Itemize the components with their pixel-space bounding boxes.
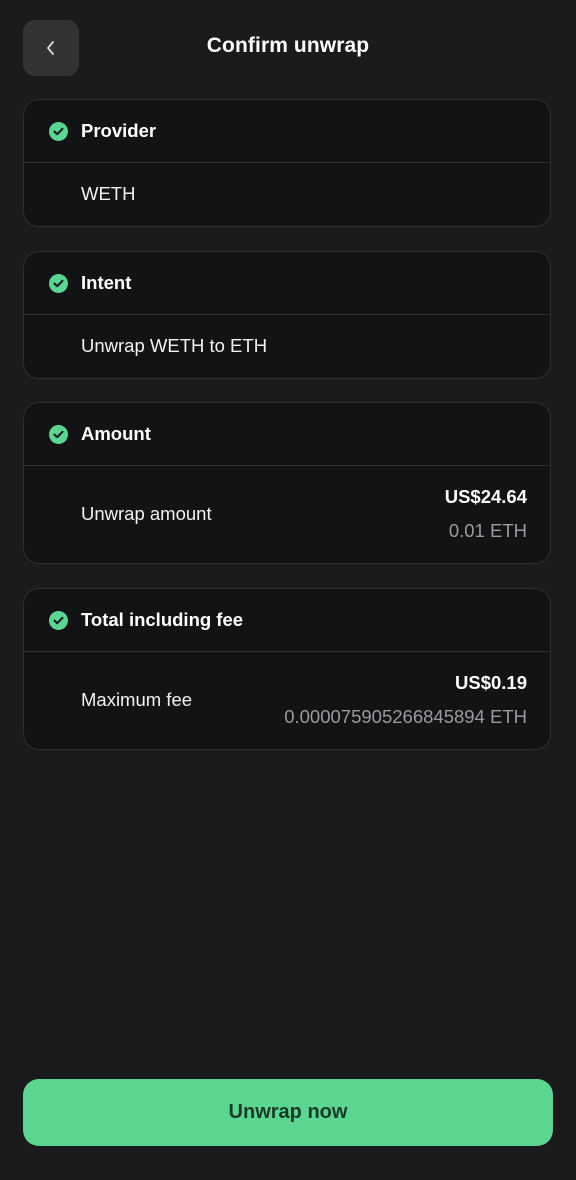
fee-card-header: Total including fee: [24, 589, 550, 652]
intent-title: Intent: [81, 272, 132, 293]
fee-card-body: Maximum fee US$0.19 0.000075905266845894…: [24, 652, 550, 748]
unwrap-amount-label: Unwrap amount: [81, 503, 212, 524]
fee-values: US$0.19 0.000075905266845894 ETH: [284, 672, 527, 728]
intent-value: Unwrap WETH to ETH: [81, 335, 268, 356]
amount-card-header: Amount: [24, 403, 550, 466]
provider-card-header: Provider: [24, 100, 550, 163]
provider-card: Provider WETH: [23, 99, 551, 227]
fee-card: Total including fee Maximum fee US$0.19 …: [23, 588, 551, 750]
maximum-fee-label: Maximum fee: [81, 689, 193, 710]
amount-usd-value: US$24.64: [444, 486, 527, 507]
intent-card-header: Intent: [24, 252, 550, 315]
amount-eth-value: 0.01 ETH: [448, 520, 527, 541]
fee-eth-value: 0.000075905266845894 ETH: [284, 706, 527, 727]
amount-title: Amount: [81, 423, 151, 444]
amount-card: Amount Unwrap amount US$24.64 0.01 ETH: [23, 402, 551, 564]
provider-value: WETH: [81, 183, 136, 204]
header-bar: Confirm unwrap: [0, 0, 576, 96]
check-circle-icon: [49, 610, 68, 630]
provider-card-body: WETH: [24, 163, 550, 225]
amount-card-body: Unwrap amount US$24.64 0.01 ETH: [24, 466, 550, 562]
amount-values: US$24.64 0.01 ETH: [445, 486, 527, 542]
intent-card: Intent Unwrap WETH to ETH: [23, 251, 551, 379]
intent-card-body: Unwrap WETH to ETH: [24, 315, 550, 377]
check-circle-icon: [49, 273, 68, 293]
fee-usd-value: US$0.19: [455, 672, 527, 693]
fee-title: Total including fee: [81, 609, 244, 630]
check-circle-icon: [49, 424, 68, 444]
check-circle-icon: [49, 121, 68, 141]
provider-title: Provider: [81, 120, 157, 141]
unwrap-now-button[interactable]: Unwrap now: [23, 1079, 553, 1146]
page-title: Confirm unwrap: [206, 34, 370, 57]
